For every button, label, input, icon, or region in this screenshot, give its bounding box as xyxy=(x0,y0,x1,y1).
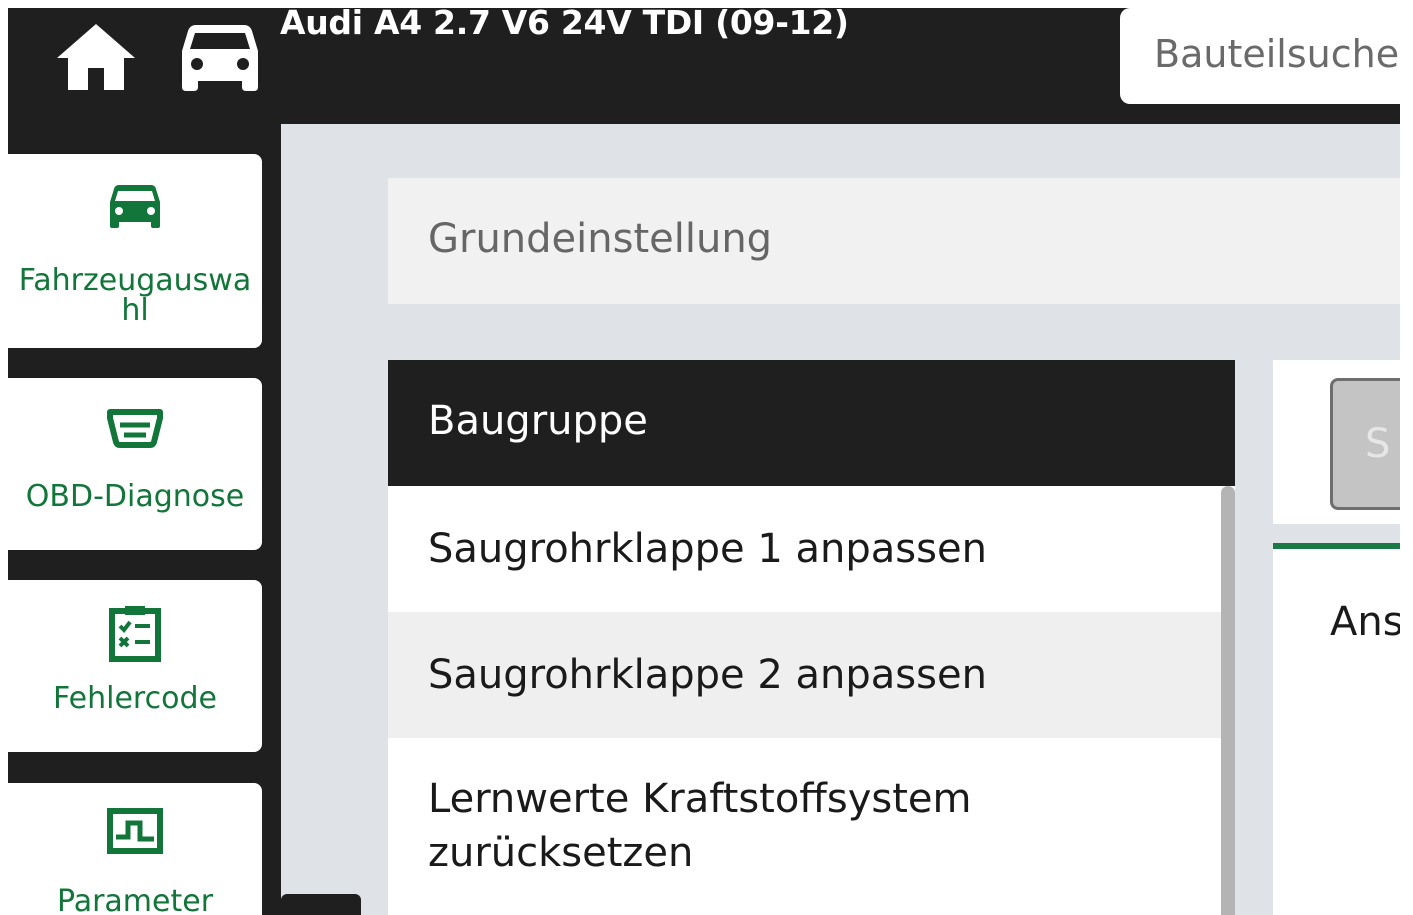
sidebar-item-label: Parameter xyxy=(56,884,214,915)
list-scrollbar[interactable] xyxy=(1221,486,1235,915)
start-button[interactable]: S xyxy=(1330,378,1400,510)
info-panel-text: Ans xyxy=(1330,599,1400,645)
app-frame: Audi A4 2.7 V6 24V TDI (09-12) Bauteilsu… xyxy=(8,8,1400,915)
info-panel: Ans xyxy=(1273,549,1400,915)
car-icon xyxy=(110,185,160,228)
home-icon xyxy=(57,24,135,90)
component-search-input[interactable]: Bauteilsuche xyxy=(1120,8,1400,104)
sidebar-item-obd-diagnosis[interactable]: OBD-Diagnose xyxy=(8,378,262,550)
list-item[interactable]: Saugrohrklappe 1 anpassen xyxy=(388,486,1221,612)
sidebar-item-label: Fehlercode xyxy=(53,681,217,716)
sidebar-item-label: OBD-Diagnose xyxy=(25,479,245,514)
sidebar-item-fault-codes[interactable]: Fehlercode xyxy=(8,580,262,752)
list-item-label: Lernwerte Kraftstoffsystem zurücksetzen xyxy=(428,776,972,876)
section-title-bar: Grundeinstellung xyxy=(388,178,1400,304)
obd-connector-icon xyxy=(107,409,163,448)
list-item[interactable]: Saugrohrklappe 2 anpassen xyxy=(388,612,1221,738)
list-item[interactable]: Lernwerte Kraftstoffsystem zurücksetzen xyxy=(388,738,1221,915)
list-item-label: Saugrohrklappe 1 anpassen xyxy=(428,526,987,572)
home-button[interactable] xyxy=(52,21,140,91)
sidebar-item-vehicle-selection[interactable]: Fahrzeugauswahl xyxy=(8,154,262,348)
collapse-tab[interactable] xyxy=(281,894,361,915)
vehicle-title: Audi A4 2.7 V6 24V TDI (09-12) xyxy=(280,8,849,42)
car-icon xyxy=(182,25,258,91)
checklist-icon xyxy=(109,606,161,662)
list-header: Baugruppe xyxy=(388,360,1235,486)
list-header-label: Baugruppe xyxy=(428,398,648,444)
start-button-label: S xyxy=(1365,421,1391,467)
page-title: Grundeinstellung xyxy=(428,216,773,262)
top-header: Audi A4 2.7 V6 24V TDI (09-12) Bauteilsu… xyxy=(8,8,1400,124)
list-item-label: Saugrohrklappe 2 anpassen xyxy=(428,652,987,698)
search-placeholder: Bauteilsuche xyxy=(1154,32,1400,76)
vehicle-button[interactable] xyxy=(176,18,264,96)
signal-wave-icon xyxy=(107,808,163,854)
sidebar-item-parameters[interactable]: Parameter xyxy=(8,783,262,915)
sidebar: Fahrzeugauswahl OBD-Diagnose Fehlercode … xyxy=(8,124,281,915)
sidebar-item-label: Fahrzeugauswahl xyxy=(18,263,252,328)
assembly-list: Baugruppe Saugrohrklappe 1 anpassen Saug… xyxy=(388,360,1235,915)
